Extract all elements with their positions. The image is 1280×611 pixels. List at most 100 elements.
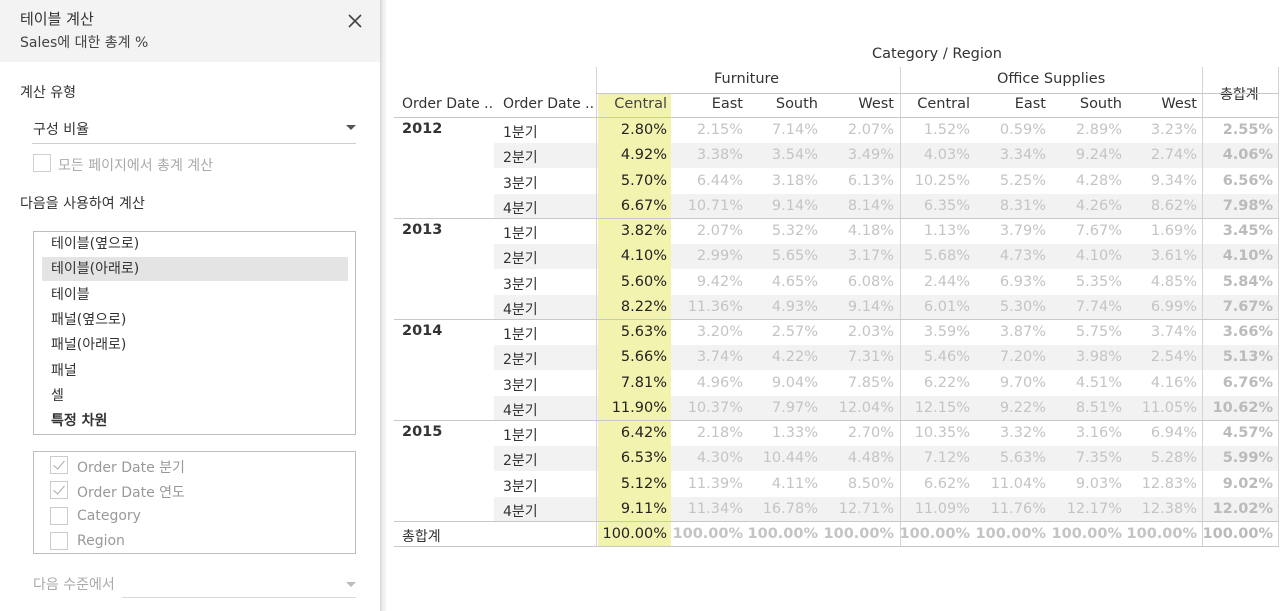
table-cell[interactable]: 11.76%: [991, 497, 1046, 522]
table-cell[interactable]: 3.34%: [1000, 143, 1046, 168]
table-cell[interactable]: 2.70%: [848, 421, 894, 446]
table-cell[interactable]: 5.99%: [1223, 446, 1273, 471]
table-cell[interactable]: 5.65%: [772, 244, 818, 269]
table-cell[interactable]: 11.04%: [991, 472, 1046, 497]
table-cell[interactable]: 9.14%: [772, 194, 818, 219]
quarter-label[interactable]: 2분기: [503, 248, 538, 268]
table-cell[interactable]: 8.14%: [848, 194, 894, 219]
quarter-label[interactable]: 1분기: [503, 223, 538, 243]
quarter-label[interactable]: 4분기: [503, 198, 538, 218]
table-cell[interactable]: 2.18%: [697, 421, 743, 446]
table-cell[interactable]: 4.10%: [1076, 244, 1122, 269]
table-cell[interactable]: 6.62%: [924, 472, 970, 497]
quarter-label[interactable]: 4분기: [503, 501, 538, 521]
region-header[interactable]: West: [1161, 96, 1197, 112]
table-cell[interactable]: 5.68%: [924, 244, 970, 269]
region-header[interactable]: East: [712, 96, 743, 112]
grand-total-header[interactable]: 총합계: [1220, 84, 1259, 104]
table-cell[interactable]: 4.51%: [1076, 371, 1122, 396]
table-cell[interactable]: 4.16%: [1151, 371, 1197, 396]
region-header[interactable]: West: [858, 96, 894, 112]
quarter-label[interactable]: 1분기: [503, 425, 538, 445]
table-cell[interactable]: 12.15%: [915, 396, 970, 421]
quarter-label[interactable]: 4분기: [503, 299, 538, 319]
table-cell[interactable]: 5.35%: [1076, 270, 1122, 295]
table-cell[interactable]: 6.67%: [621, 194, 667, 219]
table-cell[interactable]: 3.18%: [772, 169, 818, 194]
table-cell[interactable]: 5.30%: [1000, 295, 1046, 320]
table-cell[interactable]: 10.62%: [1213, 396, 1273, 421]
table-cell[interactable]: 11.90%: [612, 396, 667, 421]
table-cell[interactable]: 7.98%: [1223, 194, 1273, 219]
region-header[interactable]: Central: [917, 96, 970, 112]
table-cell[interactable]: 2.54%: [1151, 345, 1197, 370]
table-cell[interactable]: 10.35%: [915, 421, 970, 446]
table-cell[interactable]: 4.06%: [1223, 143, 1273, 168]
table-cell[interactable]: 10.71%: [688, 194, 743, 219]
table-cell[interactable]: 4.28%: [1076, 169, 1122, 194]
table-cell[interactable]: 4.10%: [1223, 244, 1273, 269]
table-cell[interactable]: 11.39%: [688, 472, 743, 497]
compute-option[interactable]: 특정 차원: [42, 409, 348, 433]
category-header-office-supplies[interactable]: Office Supplies: [997, 71, 1105, 87]
table-cell[interactable]: 3.32%: [1000, 421, 1046, 446]
table-cell[interactable]: 4.48%: [848, 446, 894, 471]
table-cell[interactable]: 9.02%: [1223, 472, 1273, 497]
table-cell[interactable]: 11.09%: [915, 497, 970, 522]
table-cell[interactable]: 6.01%: [924, 295, 970, 320]
close-icon[interactable]: [345, 11, 365, 31]
table-cell[interactable]: 11.05%: [1142, 396, 1197, 421]
table-cell[interactable]: 3.74%: [697, 345, 743, 370]
table-cell[interactable]: 5.63%: [1000, 446, 1046, 471]
dimension-checkbox-item[interactable]: Order Date 분기: [50, 456, 350, 476]
table-cell[interactable]: 11.34%: [688, 497, 743, 522]
table-cell[interactable]: 5.13%: [1223, 345, 1273, 370]
table-cell[interactable]: 6.94%: [1151, 421, 1197, 446]
table-cell[interactable]: 7.85%: [848, 371, 894, 396]
grand-total-row-label[interactable]: 총합계: [402, 526, 441, 546]
table-cell[interactable]: 12.17%: [1067, 497, 1122, 522]
level-dropdown[interactable]: [122, 572, 356, 598]
table-cell[interactable]: 10.44%: [763, 446, 818, 471]
quarter-label[interactable]: 3분기: [503, 274, 538, 294]
table-cell[interactable]: 2.89%: [1076, 118, 1122, 143]
table-cell[interactable]: 12.04%: [839, 396, 894, 421]
table-cell[interactable]: 9.14%: [848, 295, 894, 320]
table-cell[interactable]: 3.49%: [848, 143, 894, 168]
dimension-checkbox-item[interactable]: Category: [50, 506, 350, 527]
table-cell[interactable]: 7.97%: [772, 396, 818, 421]
table-cell[interactable]: 2.44%: [924, 270, 970, 295]
table-cell[interactable]: 1.52%: [924, 118, 970, 143]
table-cell[interactable]: 4.92%: [621, 143, 667, 168]
table-cell[interactable]: 4.11%: [772, 472, 818, 497]
table-cell[interactable]: 3.59%: [924, 320, 970, 345]
compute-option[interactable]: 테이블: [42, 283, 348, 307]
table-cell[interactable]: 4.03%: [924, 143, 970, 168]
region-header[interactable]: East: [1015, 96, 1046, 112]
table-cell[interactable]: 3.20%: [697, 320, 743, 345]
table-cell[interactable]: 5.63%: [621, 320, 667, 345]
quarter-label[interactable]: 3분기: [503, 476, 538, 496]
region-header[interactable]: South: [1080, 96, 1122, 112]
table-cell[interactable]: 4.96%: [697, 371, 743, 396]
table-cell[interactable]: 0.59%: [1000, 118, 1046, 143]
table-cell[interactable]: 3.74%: [1151, 320, 1197, 345]
quarter-label[interactable]: 2분기: [503, 349, 538, 369]
grand-total-cell[interactable]: 100.00%: [1127, 522, 1197, 547]
table-cell[interactable]: 9.04%: [772, 371, 818, 396]
calc-type-dropdown[interactable]: 구성 비율: [32, 114, 356, 144]
table-cell[interactable]: 9.34%: [1151, 169, 1197, 194]
table-cell[interactable]: 9.11%: [621, 497, 667, 522]
grand-total-cell[interactable]: 100.00%: [976, 522, 1046, 547]
all-pages-checkbox[interactable]: 모든 페이지에서 총계 계산: [33, 154, 333, 174]
table-cell[interactable]: 5.12%: [621, 472, 667, 497]
table-cell[interactable]: 3.87%: [1000, 320, 1046, 345]
category-header-furniture[interactable]: Furniture: [714, 71, 779, 87]
table-cell[interactable]: 2.74%: [1151, 143, 1197, 168]
quarter-label[interactable]: 3분기: [503, 375, 538, 395]
grand-total-cell[interactable]: 100.00%: [1052, 522, 1122, 547]
table-cell[interactable]: 2.03%: [848, 320, 894, 345]
table-cell[interactable]: 5.25%: [1000, 169, 1046, 194]
table-cell[interactable]: 7.67%: [1223, 295, 1273, 320]
table-cell[interactable]: 4.85%: [1151, 270, 1197, 295]
